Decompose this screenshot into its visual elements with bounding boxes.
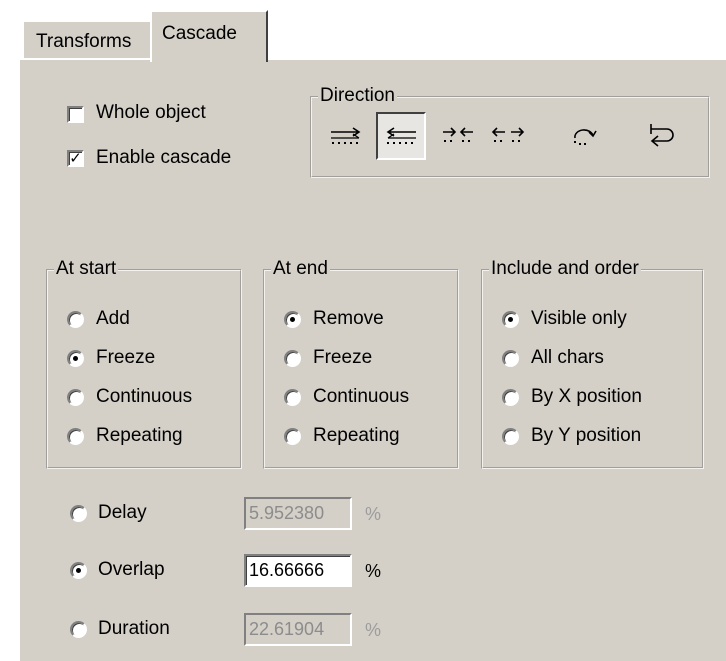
- overlap-label: Overlap: [98, 559, 165, 580]
- at-end-remove-label: Remove: [313, 308, 384, 329]
- by-x-position-radio[interactable]: [502, 389, 519, 406]
- at-end-remove-radio[interactable]: [284, 311, 301, 328]
- tab-cascade[interactable]: Cascade: [150, 10, 268, 62]
- by-x-position-label: By X position: [531, 386, 642, 407]
- at-end-continuous-label: Continuous: [313, 386, 410, 407]
- at-start-repeating-radio[interactable]: [67, 428, 84, 445]
- at-end-repeating-label: Repeating: [313, 425, 400, 446]
- cascade-panel: Whole object ✓ Enable cascade Direction …: [18, 58, 726, 661]
- duration-radio[interactable]: [70, 621, 87, 638]
- overlap-unit: %: [365, 561, 382, 581]
- arrow-right-dotted-icon[interactable]: [324, 116, 368, 156]
- direction-group: Direction: [310, 85, 710, 178]
- delay-unit: %: [365, 504, 382, 524]
- delay-input[interactable]: 5.952380: [244, 497, 352, 530]
- arrows-diverge-icon[interactable]: [486, 116, 530, 156]
- all-chars-label: All chars: [531, 347, 604, 368]
- duration-label: Duration: [98, 618, 170, 639]
- overlap-input[interactable]: 16.66666: [244, 554, 352, 587]
- visible-only-label: Visible only: [531, 308, 627, 329]
- at-start-add-radio[interactable]: [67, 311, 84, 328]
- by-y-position-label: By Y position: [531, 425, 642, 446]
- at-start-add-label: Add: [96, 308, 130, 329]
- at-start-continuous-label: Continuous: [96, 386, 193, 407]
- overlap-radio[interactable]: [70, 562, 87, 579]
- at-end-freeze-radio[interactable]: [284, 350, 301, 367]
- by-y-position-radio[interactable]: [502, 428, 519, 445]
- delay-label: Delay: [98, 502, 147, 523]
- arrows-converge-icon[interactable]: [436, 116, 480, 156]
- all-chars-radio[interactable]: [502, 350, 519, 367]
- at-end-legend: At end: [271, 258, 330, 280]
- at-start-group: At start Add Freeze Continuous Repeating: [46, 258, 242, 469]
- loop-arrow-icon[interactable]: [640, 114, 684, 154]
- at-end-repeating-radio[interactable]: [284, 428, 301, 445]
- whole-object-label: Whole object: [96, 102, 206, 123]
- arrow-left-dotted-icon[interactable]: [376, 112, 426, 160]
- enable-cascade-checkbox[interactable]: ✓: [67, 150, 84, 167]
- at-end-freeze-label: Freeze: [313, 347, 373, 368]
- at-end-group: At end Remove Freeze Continuous Repeatin…: [263, 258, 459, 469]
- at-end-continuous-radio[interactable]: [284, 389, 301, 406]
- duration-unit: %: [365, 620, 382, 640]
- direction-legend: Direction: [318, 85, 397, 107]
- at-start-legend: At start: [54, 258, 119, 280]
- at-start-freeze-label: Freeze: [96, 347, 156, 368]
- rotate-cycle-icon[interactable]: [562, 116, 606, 156]
- enable-cascade-label: Enable cascade: [96, 147, 232, 168]
- at-start-continuous-radio[interactable]: [67, 389, 84, 406]
- at-start-freeze-radio[interactable]: [67, 350, 84, 367]
- duration-input[interactable]: 22.61904: [244, 613, 352, 646]
- whole-object-checkbox[interactable]: [67, 106, 84, 123]
- at-start-repeating-label: Repeating: [96, 425, 183, 446]
- include-order-legend: Include and order: [489, 258, 641, 280]
- delay-radio[interactable]: [70, 505, 87, 522]
- visible-only-radio[interactable]: [502, 311, 519, 328]
- include-order-group: Include and order Visible only All chars…: [481, 258, 704, 469]
